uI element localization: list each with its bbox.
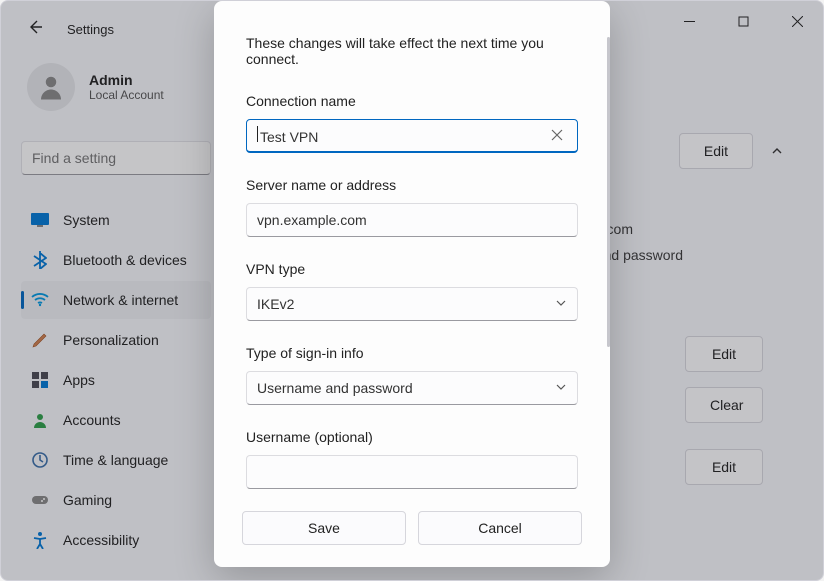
clear-input-icon[interactable] [547,128,567,144]
connection-name-input[interactable]: Test VPN [246,119,578,153]
connection-name-label: Connection name [246,93,578,109]
settings-window: Settings Admin Local Account System Blue… [0,0,824,581]
dialog-note: These changes will take effect the next … [246,35,578,67]
vpn-type-select[interactable]: IKEv2 [246,287,578,321]
signin-label: Type of sign-in info [246,345,578,361]
dialog-scrollbar[interactable] [607,37,610,347]
chevron-down-icon [555,380,567,396]
text-caret [257,126,258,142]
server-input[interactable]: vpn.example.com [246,203,578,237]
edit-vpn-dialog: These changes will take effect the next … [214,1,610,567]
cancel-button[interactable]: Cancel [418,511,582,545]
server-label: Server name or address [246,177,578,193]
chevron-down-icon [555,296,567,312]
username-label: Username (optional) [246,429,578,445]
dialog-body: These changes will take effect the next … [214,1,610,493]
signin-select[interactable]: Username and password [246,371,578,405]
save-button[interactable]: Save [242,511,406,545]
dialog-footer: Save Cancel [214,493,610,567]
username-input[interactable] [246,455,578,489]
vpn-type-label: VPN type [246,261,578,277]
